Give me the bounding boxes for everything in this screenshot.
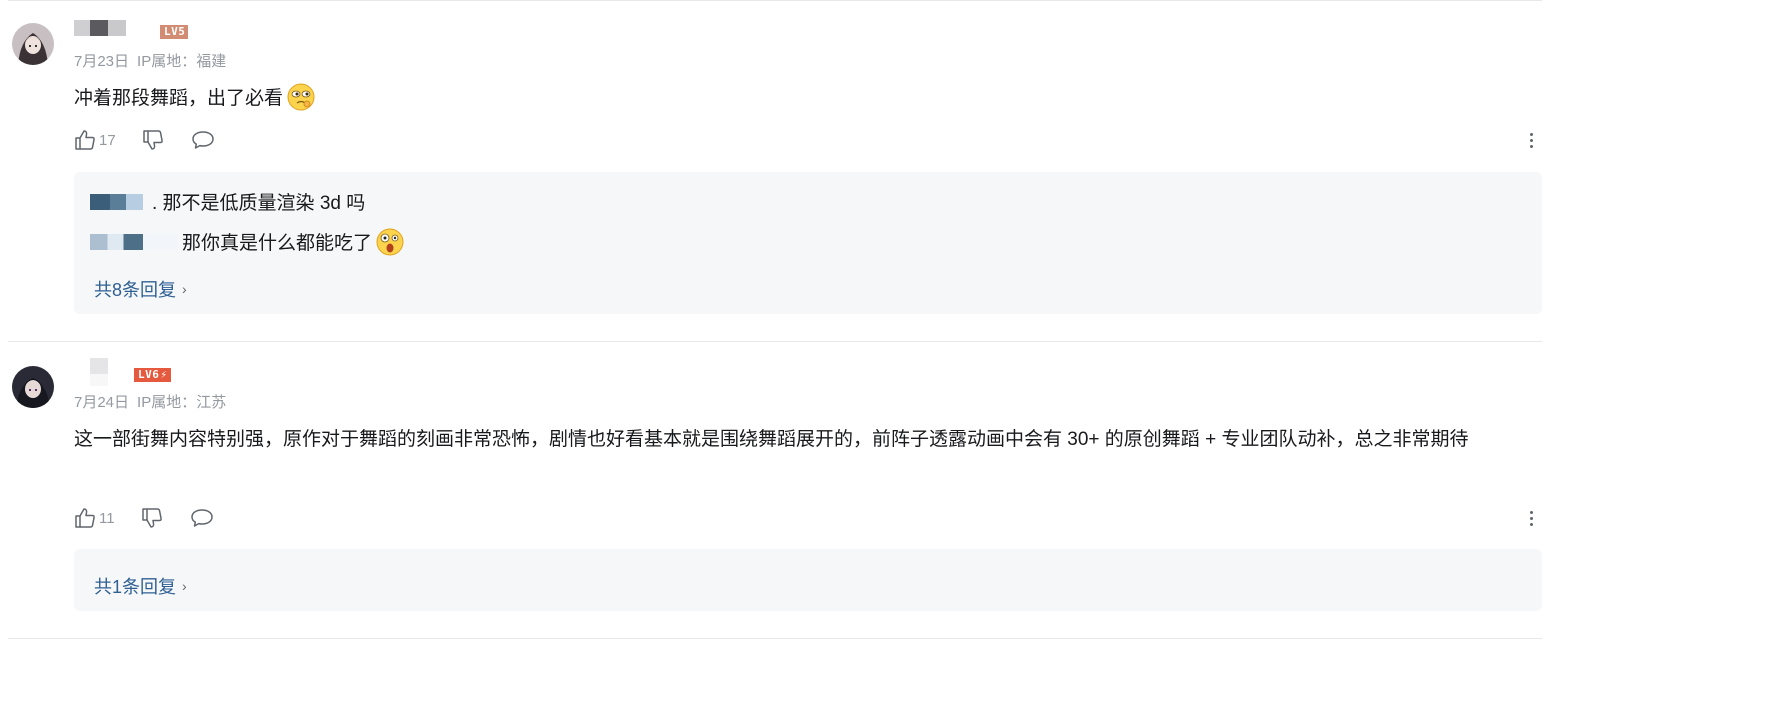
reply-text: 那你真是什么都能吃了 [182,233,373,254]
thumbs-down-icon [142,130,163,150]
comment-date: 7月24日 [74,394,130,411]
view-all-replies-link[interactable]: 共8条回复 › [94,276,187,302]
username[interactable] [74,20,214,40]
reply-text: . 那不是低质量渲染 3d 吗 [152,193,366,214]
like-button[interactable]: 11 [74,507,115,529]
more-options-button[interactable] [1524,128,1538,152]
reply-button[interactable] [191,129,215,151]
dislike-button[interactable] [142,129,164,151]
thumbs-down-icon [141,508,162,528]
reply-preview-box: . 那不是低质量渲染 3d 吗 那你真是什么都能吃了 共8条回复 › [74,172,1542,314]
reply-preview-box: 共1条回复 › [74,549,1542,611]
speech-bubble-icon [191,131,214,149]
comment-meta: 7月24日 IP属地：江苏 [74,391,226,412]
more-options-button[interactable] [1524,506,1538,530]
comment-actions: 11 [74,506,214,530]
comment-text: 冲着那段舞蹈，出了必看 [74,81,1540,116]
like-count: 11 [99,509,115,527]
comment-actions: 17 [74,128,215,152]
comment-meta: 7月23日 IP属地：福建 [74,50,226,71]
thumbs-up-icon [75,130,95,150]
chevron-right-icon: › [182,281,187,297]
more-vertical-icon [1529,510,1533,514]
reply-username[interactable] [90,234,178,251]
comment-text: 这一部街舞内容特别强，原作对于舞蹈的刻画非常恐怖，剧情也好看基本就是围绕舞蹈展开… [74,429,1469,450]
ip-location: IP属地：福建 [137,53,227,70]
thinking-emoji-icon [287,83,315,111]
comment-divider [8,341,1542,342]
like-button[interactable]: 17 [74,129,116,151]
level-badge: LV6⚡ [134,368,171,382]
more-vertical-icon [1529,132,1533,136]
level-badge: LV5 [160,25,189,39]
reply-username[interactable] [90,194,143,211]
reply-item: 那你真是什么都能吃了 [90,228,404,257]
dislike-button[interactable] [141,507,163,529]
comment-divider [8,638,1542,639]
reply-button[interactable] [190,507,214,529]
speech-bubble-icon [190,509,213,527]
top-divider [8,0,1542,1]
avatar[interactable] [12,23,54,65]
thumbs-up-icon [75,508,95,528]
avatar[interactable] [12,366,54,408]
lightning-icon: ⚡ [160,368,168,381]
shocked-emoji-icon [376,228,404,256]
chevron-right-icon: › [182,578,187,594]
reply-item: . 那不是低质量渲染 3d 吗 [90,191,365,217]
like-count: 17 [99,131,116,149]
username[interactable] [74,358,134,386]
ip-location: IP属地：江苏 [137,394,227,411]
comment-date: 7月23日 [74,53,130,70]
view-all-replies-link[interactable]: 共1条回复 › [94,573,187,599]
